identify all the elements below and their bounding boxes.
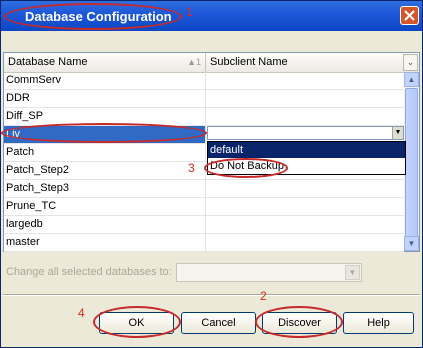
subclient-name-cell[interactable]	[206, 72, 404, 89]
annotation-number-4: 4	[78, 306, 85, 320]
table-row[interactable]: CommServ	[4, 72, 404, 90]
dropdown-option-default[interactable]: default	[208, 142, 405, 158]
column-header-subclient-name[interactable]: Subclient Name	[206, 53, 403, 72]
annotation-number-3: 3	[188, 161, 195, 175]
column-header-database-name[interactable]: Database Name ▲1	[4, 53, 206, 72]
table-row[interactable]: largedb	[4, 216, 404, 234]
annotation-ellipse-title	[4, 3, 182, 30]
sort-ascending-icon: ▲1	[187, 57, 201, 67]
subclient-name-cell[interactable]	[206, 180, 404, 197]
table-row[interactable]: DDR	[4, 90, 404, 108]
chevron-down-icon: ▼	[407, 239, 416, 248]
database-name-cell: largedb	[4, 216, 206, 233]
database-name-cell: Patch_Step3	[4, 180, 206, 197]
table-row[interactable]: master	[4, 234, 404, 252]
database-name-cell: DDR	[4, 90, 206, 107]
scrollbar-thumb[interactable]	[405, 88, 418, 238]
chevron-down-icon: ⌄	[406, 57, 415, 67]
chevron-up-icon: ▲	[407, 75, 416, 84]
database-name-cell: Patch	[4, 144, 206, 161]
close-icon	[404, 10, 415, 21]
annotation-ellipse-discover	[255, 306, 343, 338]
column-header-label: Database Name	[8, 56, 88, 68]
annotation-number-1: 1	[186, 5, 193, 19]
change-all-label: Change all selected databases to:	[6, 266, 172, 278]
annotation-ellipse-ok	[93, 306, 181, 338]
scroll-down-button[interactable]: ▼	[404, 236, 419, 251]
subclient-name-cell[interactable]	[206, 108, 404, 125]
chevron-down-icon: ▼	[345, 265, 360, 280]
database-name-cell: Prune_TC	[4, 198, 206, 215]
table-row[interactable]: Prune_TC	[4, 198, 404, 216]
help-button[interactable]: Help	[343, 312, 414, 334]
subclient-name-cell[interactable]	[206, 198, 404, 215]
subclient-name-cell[interactable]	[206, 216, 404, 233]
column-chooser-button[interactable]: ⌄	[403, 54, 418, 71]
table-row[interactable]: Patch_Step3	[4, 180, 404, 198]
column-header-label: Subclient Name	[210, 56, 288, 68]
grid-header: Database Name ▲1 Subclient Name ⌄	[4, 53, 419, 73]
database-name-cell: CommServ	[4, 72, 206, 89]
annotation-ellipse-do-not-backup	[204, 158, 288, 178]
subclient-name-cell[interactable]	[206, 234, 404, 251]
close-button[interactable]	[400, 6, 419, 25]
subclient-name-cell[interactable]	[206, 90, 404, 107]
database-name-cell: Patch_Step2	[4, 162, 206, 179]
subclient-combo[interactable]: ▼	[207, 126, 404, 140]
combo-dropdown-button[interactable]: ▼	[392, 127, 403, 139]
change-all-combo: ▼	[176, 263, 362, 282]
annotation-ellipse-selected-row	[1, 123, 207, 143]
database-configuration-dialog: Database Configuration 1 Database Name ▲…	[0, 0, 423, 348]
scroll-up-button[interactable]: ▲	[404, 72, 419, 87]
cancel-button[interactable]: Cancel	[181, 312, 256, 334]
database-name-cell: master	[4, 234, 206, 251]
annotation-number-2: 2	[260, 289, 267, 303]
vertical-scrollbar[interactable]: ▲ ▼	[404, 72, 419, 251]
chevron-down-icon: ▼	[394, 129, 402, 136]
divider	[3, 294, 420, 296]
